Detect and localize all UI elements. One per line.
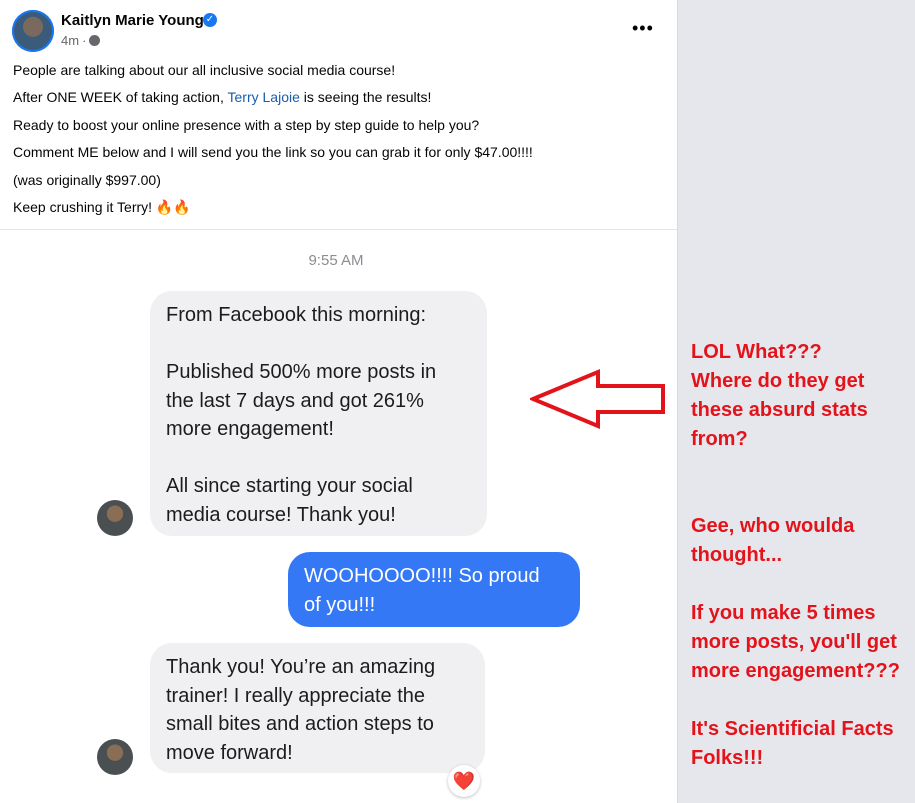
annotation-line: It's Scientificial Facts <box>691 718 894 740</box>
message-line: more engagement! <box>166 418 334 440</box>
message-line: WOOHOOOO!!!! So proud <box>304 565 540 587</box>
post-line: People are talking about our all inclusi… <box>13 62 396 78</box>
message-line: Published 500% more posts in <box>166 361 437 383</box>
red-arrow-icon <box>530 369 665 429</box>
heart-reaction-icon: ❤️ <box>448 765 480 797</box>
divider <box>0 229 678 230</box>
annotation-line: LOL What??? <box>691 341 822 363</box>
post-body: People are talking about our all inclusi… <box>13 60 663 224</box>
post-line-prefix: After ONE WEEK of taking action, <box>13 89 224 106</box>
globe-icon[interactable] <box>89 35 101 46</box>
chat-timestamp: 9:55 AM <box>308 252 364 269</box>
annotation-line: more posts, you'll get <box>691 631 897 653</box>
annotation-block: Gee, who woulda thought... <box>691 512 915 570</box>
facebook-post: Kaitlyn Marie Young ✓ 4m · ••• People ar… <box>0 0 678 803</box>
message-line: media course! Thank you! <box>166 503 396 526</box>
message-bubble-outgoing: WOOHOOOO!!!! So proud of you!!! <box>288 552 580 627</box>
post-line: (was originally $997.00) <box>13 171 161 188</box>
annotation-line: more engagement??? <box>691 660 900 682</box>
more-options-icon[interactable]: ••• <box>632 18 654 39</box>
message-line: move forward! <box>166 741 293 764</box>
message-line: From Facebook this morning: <box>166 304 427 326</box>
message-line: of you!!! <box>304 593 376 616</box>
post-line: Keep crushing it Terry! 🔥🔥 <box>13 198 191 215</box>
author-avatar[interactable] <box>12 10 54 52</box>
message-line: the last 7 days and got 261% <box>166 389 424 412</box>
annotation-line: thought... <box>691 544 783 566</box>
separator-dot: · <box>82 33 87 48</box>
annotation-line: these absurd stats <box>691 399 868 421</box>
annotation-line: If you make 5 times <box>691 602 876 624</box>
annotation-block: LOL What??? Where do they get these absu… <box>691 338 915 454</box>
annotation-block: It's Scientificial Facts Folks!!! <box>691 715 915 773</box>
annotation-line: Folks!!! <box>691 747 764 769</box>
message-line: small bites and action steps to <box>166 713 434 735</box>
post-line: Comment ME below and I will send you the… <box>13 144 533 161</box>
annotation-line: from? <box>691 428 748 450</box>
message-bubble-incoming: Thank you! You’re an amazing trainer! I … <box>150 643 485 773</box>
message-bubble-incoming: From Facebook this morning: Published 50… <box>150 291 487 536</box>
post-line-suffix: is seeing the results! <box>303 89 432 106</box>
post-time[interactable]: 4m <box>61 33 79 48</box>
message-line: Thank you! You’re an amazing <box>166 656 436 678</box>
annotation-block: If you make 5 times more posts, you'll g… <box>691 599 915 686</box>
tagged-user-link[interactable]: Terry Lajoie <box>228 89 300 105</box>
annotation-line: Gee, who woulda <box>691 515 855 537</box>
message-line: trainer! I really appreciate the <box>166 684 426 707</box>
message-line: All since starting your social <box>166 475 413 497</box>
post-line: Ready to boost your online presence with… <box>13 116 480 133</box>
sender-avatar <box>97 500 133 536</box>
author-name[interactable]: Kaitlyn Marie Young <box>61 12 204 29</box>
annotation-line: Where do they get <box>691 370 865 392</box>
post-line: After ONE WEEK of taking action, Terry L… <box>13 87 663 114</box>
verified-badge-icon: ✓ <box>203 13 217 27</box>
sender-avatar <box>97 739 133 775</box>
post-meta: 4m · <box>61 33 101 48</box>
